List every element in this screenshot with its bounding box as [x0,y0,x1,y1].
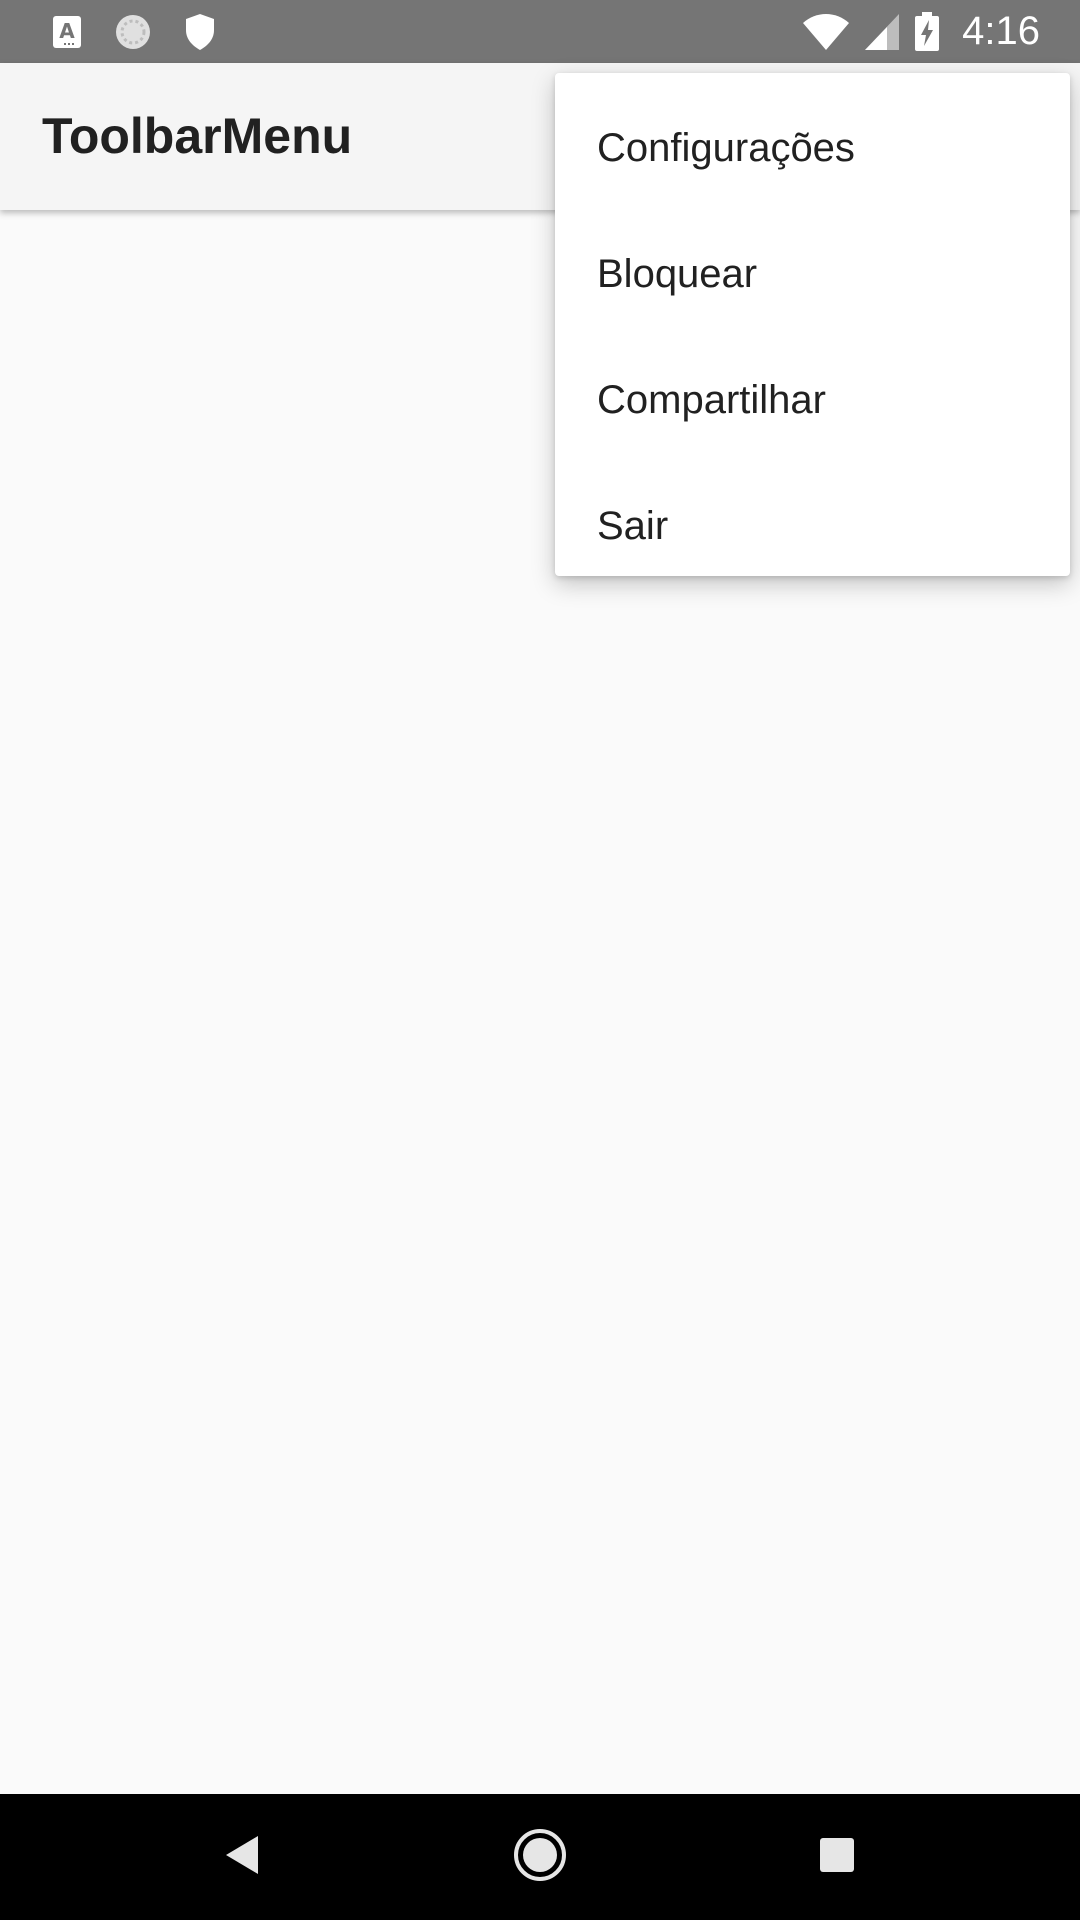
home-icon [512,1827,568,1888]
recents-button[interactable] [804,1824,870,1890]
home-button[interactable] [507,1824,573,1890]
back-button[interactable] [209,1824,275,1890]
menu-item-compartilhar[interactable]: Compartilhar [555,337,1070,463]
status-bar: A 4:16 [0,0,1080,63]
menu-item-bloquear[interactable]: Bloquear [555,211,1070,337]
keyboard-a-icon: A [52,15,82,49]
menu-item-configuracoes[interactable]: Configurações [555,85,1070,211]
shield-icon [184,13,216,51]
status-system-icons: 4:16 [802,0,1040,63]
svg-text:A: A [59,19,75,43]
wifi-icon [802,13,850,51]
cellular-signal-icon [864,13,900,51]
overflow-menu: Configurações Bloquear Compartilhar Sair [555,73,1070,576]
navigation-bar [0,1794,1080,1920]
sync-circle-icon [114,13,152,51]
screen: A 4:16 ToolbarMenu Configurações Bloquea… [0,0,1080,1920]
toolbar-title: ToolbarMenu [42,108,353,164]
status-time: 4:16 [962,9,1040,53]
back-icon [222,1833,262,1882]
status-notification-icons: A [52,0,216,63]
battery-charging-icon [914,11,940,52]
menu-item-sair[interactable]: Sair [555,463,1070,589]
recents-icon [818,1836,856,1879]
